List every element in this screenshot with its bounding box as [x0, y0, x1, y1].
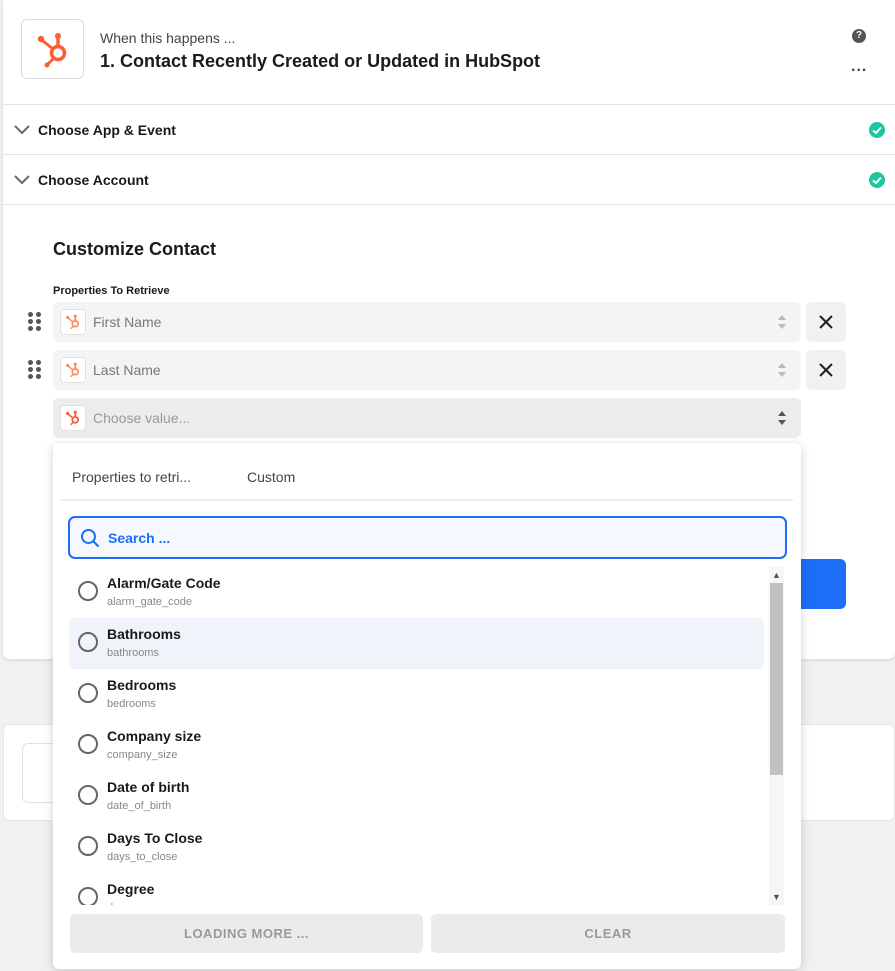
hubspot-icon [37, 33, 66, 68]
tab-custom[interactable]: Custom [247, 469, 295, 485]
selected-value: Last Name [93, 362, 161, 378]
remove-field-button[interactable] [806, 350, 846, 390]
drag-handle-icon[interactable] [28, 312, 42, 332]
search-box[interactable] [68, 516, 787, 559]
customize-title: Customize Contact [53, 239, 217, 259]
step-title: 1. Contact Recently Created or Updated i… [100, 51, 541, 71]
option-key: date_of_birth [107, 800, 172, 812]
list-item[interactable]: Days To Close days_to_close [69, 822, 764, 873]
scroll-down-arrow-icon[interactable]: ▼ [769, 889, 784, 905]
section-label: Choose App & Event [38, 122, 176, 138]
hubspot-icon [60, 405, 86, 431]
list-item[interactable]: Bedrooms bedrooms [69, 669, 764, 720]
help-icon[interactable]: ? [852, 29, 866, 43]
more-options-icon[interactable]: ... [851, 59, 867, 75]
remove-field-button[interactable] [806, 302, 846, 342]
drag-handle-icon[interactable] [28, 360, 42, 380]
radio-button[interactable] [78, 836, 98, 856]
option-label: Date of birth [107, 779, 190, 795]
chevron-down-icon [14, 175, 30, 185]
scrollbar-thumb[interactable] [770, 583, 783, 775]
option-label: Degree [107, 881, 155, 897]
list-item[interactable]: Company size company_size [69, 720, 764, 771]
radio-button[interactable] [78, 683, 98, 703]
radio-button[interactable] [78, 785, 98, 805]
option-key: degree [107, 902, 141, 905]
loading-more-button[interactable]: LOADING MORE ... [70, 914, 423, 953]
options-list: Alarm/Gate Code alarm_gate_code Bathroom… [69, 567, 765, 905]
sort-arrows-icon [778, 363, 786, 377]
chevron-down-icon [14, 125, 30, 135]
option-key: bedrooms [107, 698, 156, 710]
option-label: Bedrooms [107, 677, 177, 693]
scrollbar[interactable]: ▲ ▼ [769, 567, 784, 905]
radio-button[interactable] [78, 734, 98, 754]
option-key: bathrooms [107, 647, 159, 659]
properties-label: Properties To Retrieve [53, 285, 170, 297]
scroll-up-arrow-icon[interactable]: ▲ [769, 567, 784, 583]
section-choose-app-event[interactable]: Choose App & Event [3, 105, 895, 155]
clear-button[interactable]: CLEAR [431, 914, 785, 953]
list-item[interactable]: Alarm/Gate Code alarm_gate_code [69, 567, 764, 618]
section-label: Choose Account [38, 172, 149, 188]
section-choose-account[interactable]: Choose Account [3, 155, 895, 205]
hubspot-app-logo [21, 19, 84, 79]
value-dropdown: Properties to retri... Custom Alarm/Gate… [53, 443, 801, 969]
selected-value: First Name [93, 314, 162, 330]
property-select-last-name[interactable]: Last Name [53, 350, 801, 390]
hubspot-icon [60, 309, 86, 335]
sort-arrows-icon [778, 315, 786, 329]
hubspot-icon [60, 357, 86, 383]
check-circle-icon [869, 172, 885, 188]
radio-button[interactable] [78, 887, 98, 905]
radio-button[interactable] [78, 581, 98, 601]
search-icon [81, 529, 100, 548]
tab-divider [61, 499, 793, 501]
list-item[interactable]: Bathrooms bathrooms [69, 618, 764, 669]
when-this-happens-label: When this happens ... [100, 30, 236, 46]
option-label: Days To Close [107, 830, 203, 846]
search-input[interactable] [108, 518, 778, 557]
option-key: company_size [107, 749, 178, 761]
close-icon [819, 315, 833, 329]
list-item[interactable]: Degree degree [69, 873, 764, 905]
property-select-first-name[interactable]: First Name [53, 302, 801, 342]
check-circle-icon [869, 122, 885, 138]
tab-properties[interactable]: Properties to retri... [72, 469, 191, 485]
choose-value-select[interactable]: Choose value... [53, 398, 801, 438]
option-key: days_to_close [107, 851, 178, 863]
option-label: Bathrooms [107, 626, 181, 642]
list-item[interactable]: Date of birth date_of_birth [69, 771, 764, 822]
option-label: Company size [107, 728, 202, 744]
choose-value-placeholder: Choose value... [93, 410, 191, 426]
option-key: alarm_gate_code [107, 596, 193, 608]
option-label: Alarm/Gate Code [107, 575, 221, 591]
close-icon [819, 363, 833, 377]
sort-arrows-icon [778, 411, 786, 425]
radio-button[interactable] [78, 632, 98, 652]
step-header: When this happens ... 1. Contact Recentl… [3, 0, 895, 105]
